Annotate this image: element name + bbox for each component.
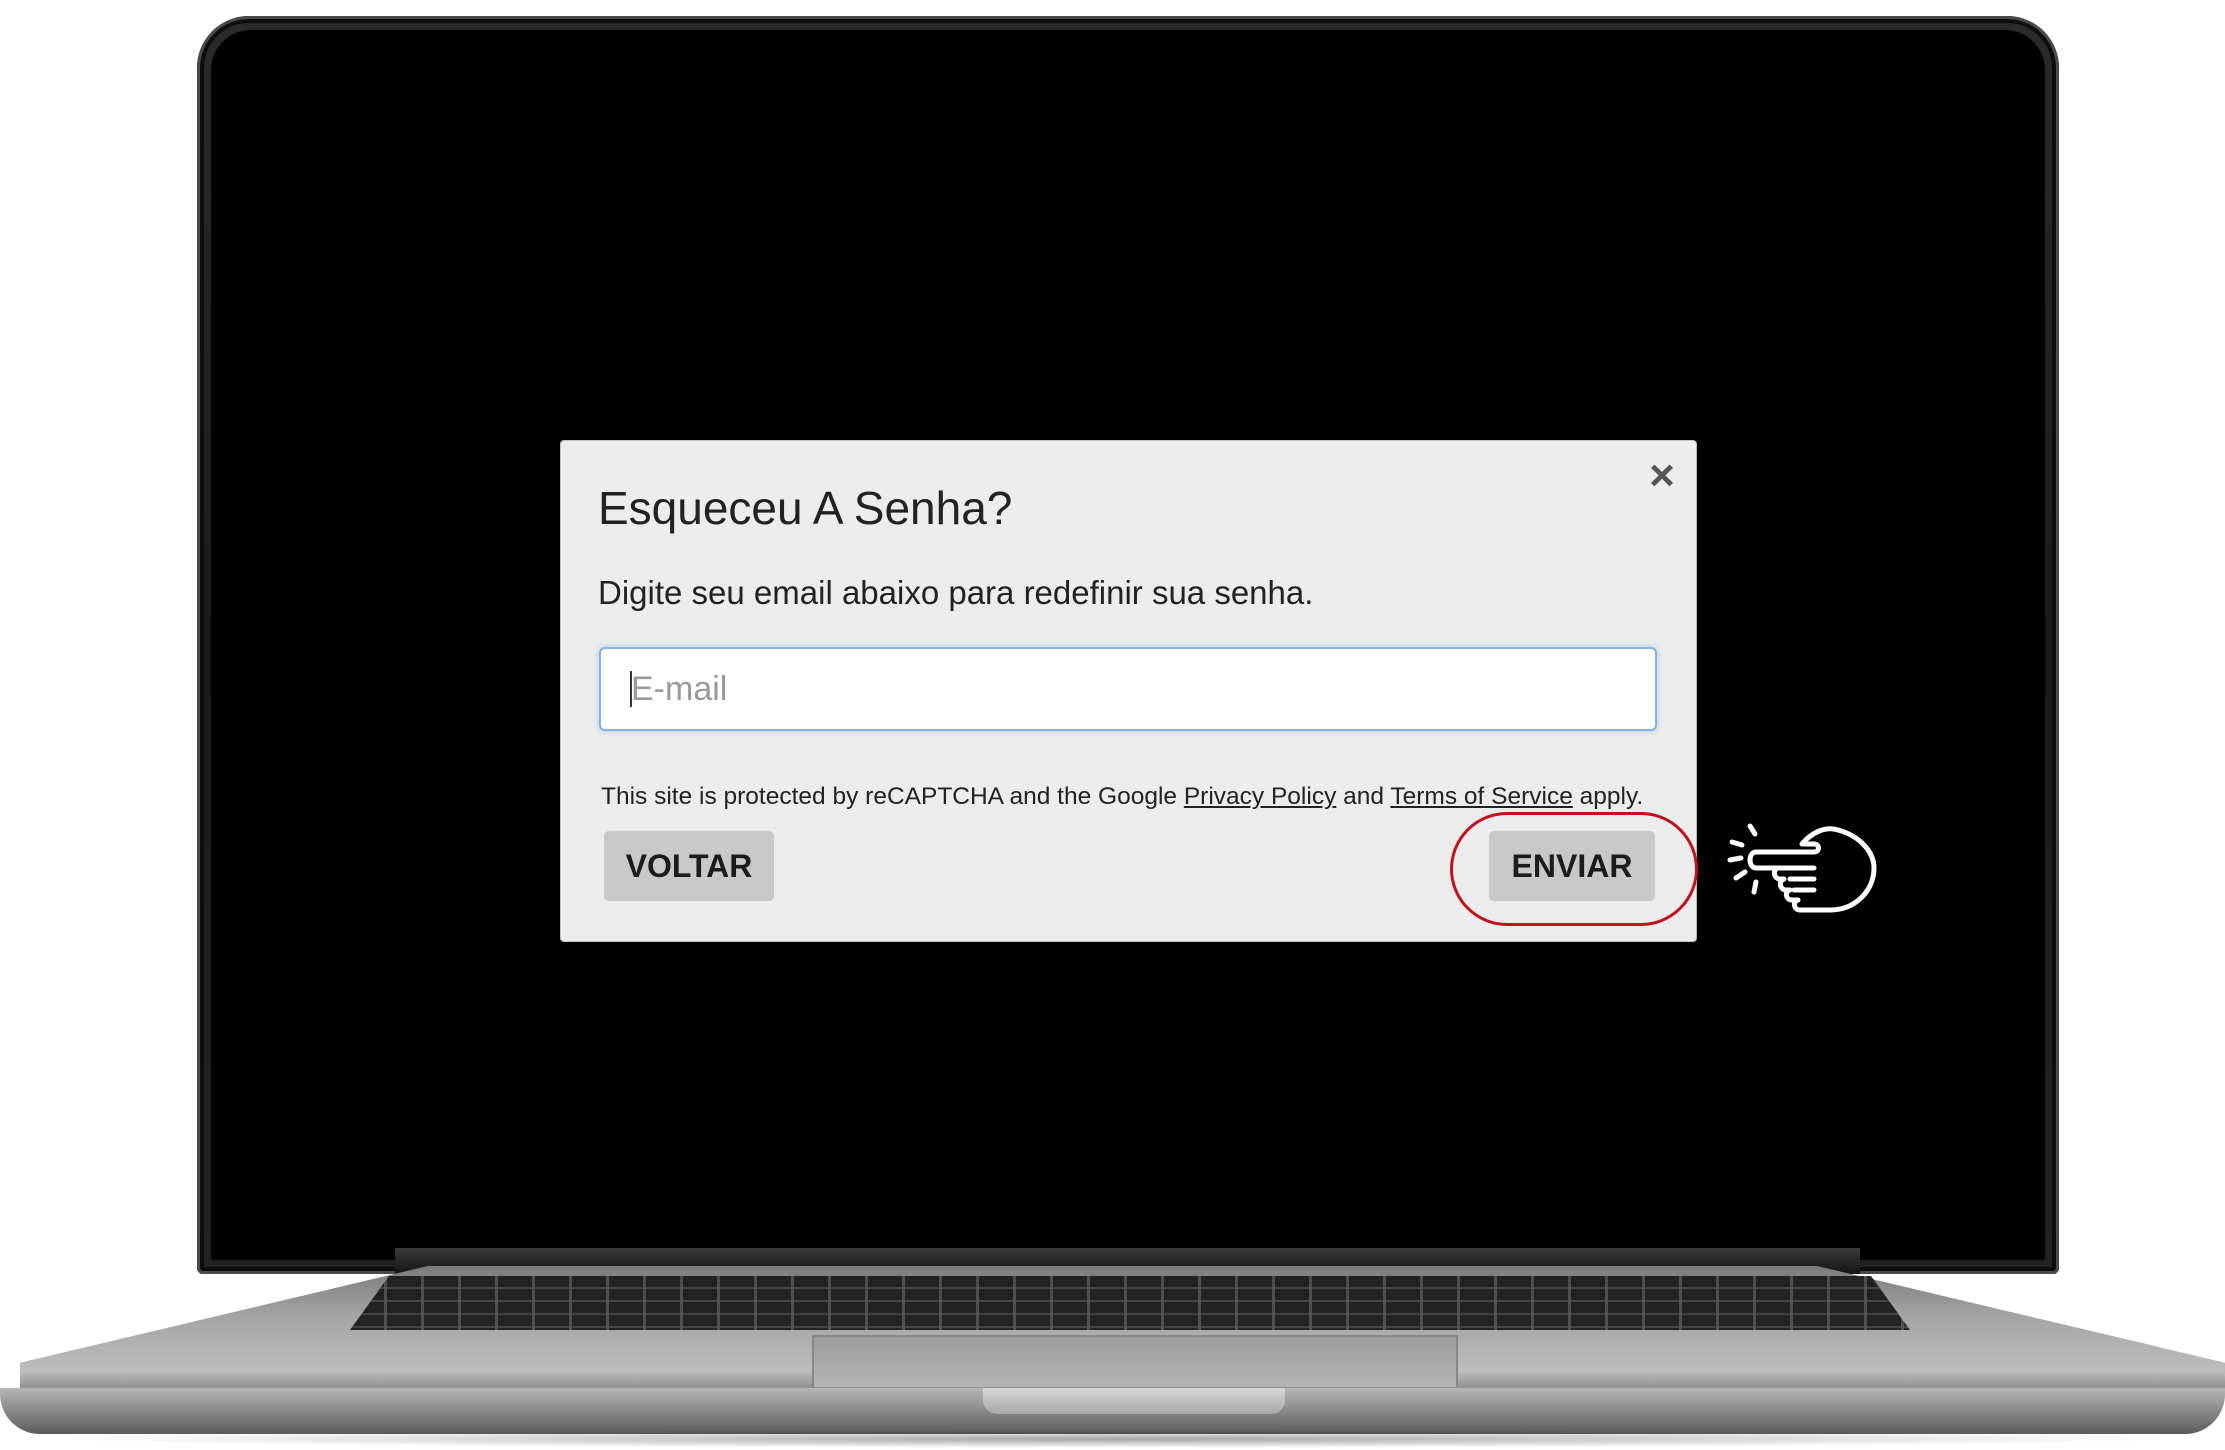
close-icon[interactable]: ×: [1641, 454, 1683, 498]
laptop-keyboard-rows: [350, 1276, 1910, 1330]
send-button-highlight: [1450, 812, 1698, 926]
pointing-hand-icon: [1727, 823, 1877, 913]
recaptcha-middle: and: [1336, 783, 1391, 810]
laptop-shadow: [40, 1430, 2190, 1448]
privacy-policy-link[interactable]: Privacy Policy: [1184, 783, 1336, 810]
back-button[interactable]: VOLTAR: [604, 831, 774, 901]
laptop-opening-notch: [983, 1388, 1285, 1414]
laptop-trackpad: [812, 1335, 1458, 1387]
dialog-title: Esqueceu A Senha?: [598, 482, 1013, 534]
recaptcha-prefix: This site is protected by reCAPTCHA and …: [601, 783, 1184, 810]
terms-of-service-link[interactable]: Terms of Service: [1390, 783, 1572, 810]
recaptcha-notice: This site is protected by reCAPTCHA and …: [601, 783, 1643, 811]
recaptcha-suffix: apply.: [1572, 783, 1644, 810]
dialog-instructions: Digite seu email abaixo para redefinir s…: [598, 574, 1314, 611]
text-caret: [630, 671, 632, 707]
email-input[interactable]: [599, 647, 1657, 731]
